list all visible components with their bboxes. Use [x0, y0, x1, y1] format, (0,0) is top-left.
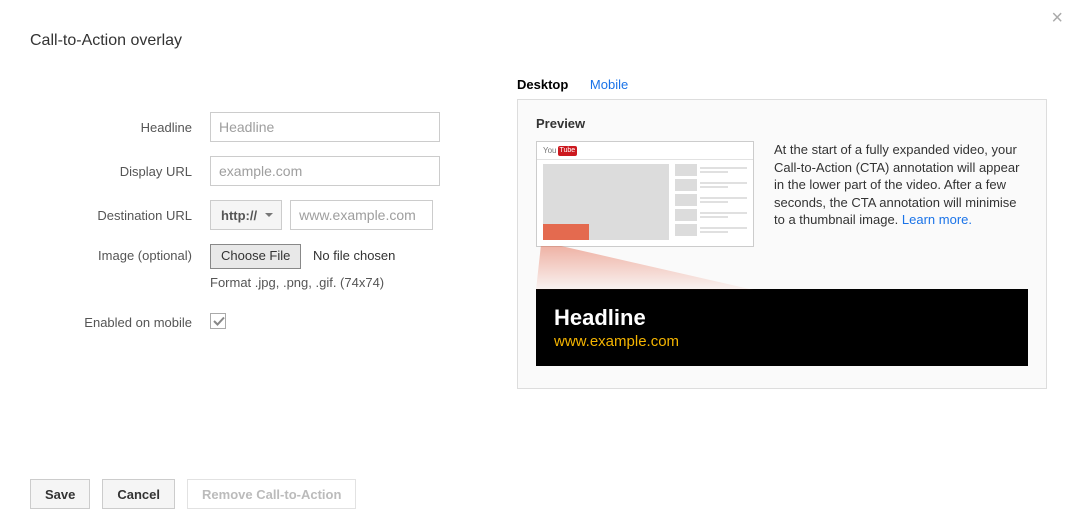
preview-cta-url: www.example.com [554, 333, 1010, 350]
close-icon[interactable]: × [1051, 8, 1063, 28]
file-status: No file chosen [313, 248, 395, 263]
preview-cta-bar: Headline www.example.com [536, 289, 1028, 366]
protocol-select[interactable]: http:// [210, 200, 282, 230]
headline-label: Headline [30, 120, 210, 135]
save-button[interactable]: Save [30, 479, 90, 509]
page-title: Call-to-Action overlay [30, 32, 1047, 50]
remove-cta-button[interactable]: Remove Call-to-Action [187, 479, 356, 509]
destination-url-label: Destination URL [30, 208, 210, 223]
dialog-root: × Call-to-Action overlay Headline Displa… [0, 0, 1077, 531]
learn-more-link[interactable]: Learn more. [902, 212, 972, 227]
preview-box: Preview YouTube [517, 99, 1047, 389]
tab-desktop[interactable]: Desktop [517, 74, 568, 95]
preview-title: Preview [536, 116, 1028, 131]
destination-url-input[interactable] [290, 200, 433, 230]
check-icon [212, 314, 226, 328]
expansion-beam-icon [536, 246, 754, 290]
youtube-logo-icon: YouTube [543, 146, 577, 156]
enabled-mobile-checkbox[interactable] [210, 313, 226, 329]
chevron-down-icon [265, 213, 273, 217]
cancel-button[interactable]: Cancel [102, 479, 175, 509]
format-hint: Format .jpg, .png, .gif. (74x74) [210, 275, 487, 290]
mock-cta-thumbnail [543, 224, 589, 240]
image-label: Image (optional) [30, 244, 210, 263]
choose-file-button[interactable]: Choose File [210, 244, 301, 269]
preview-panel: Desktop Mobile Preview YouTube [487, 74, 1047, 389]
form-panel: Headline Display URL Destination URL htt… [30, 74, 487, 389]
enabled-mobile-label: Enabled on mobile [30, 315, 210, 330]
mock-player [543, 164, 669, 240]
action-bar: Save Cancel Remove Call-to-Action [30, 479, 356, 509]
display-url-input[interactable] [210, 156, 440, 186]
display-url-label: Display URL [30, 164, 210, 179]
preview-description: At the start of a fully expanded video, … [754, 141, 1028, 293]
preview-tabs: Desktop Mobile [517, 74, 1047, 95]
preview-cta-headline: Headline [554, 305, 1010, 331]
preview-mock: YouTube [536, 141, 754, 293]
protocol-value: http:// [221, 208, 257, 223]
preview-description-text: At the start of a fully expanded video, … [774, 142, 1019, 227]
headline-input[interactable] [210, 112, 440, 142]
tab-mobile[interactable]: Mobile [590, 74, 628, 95]
